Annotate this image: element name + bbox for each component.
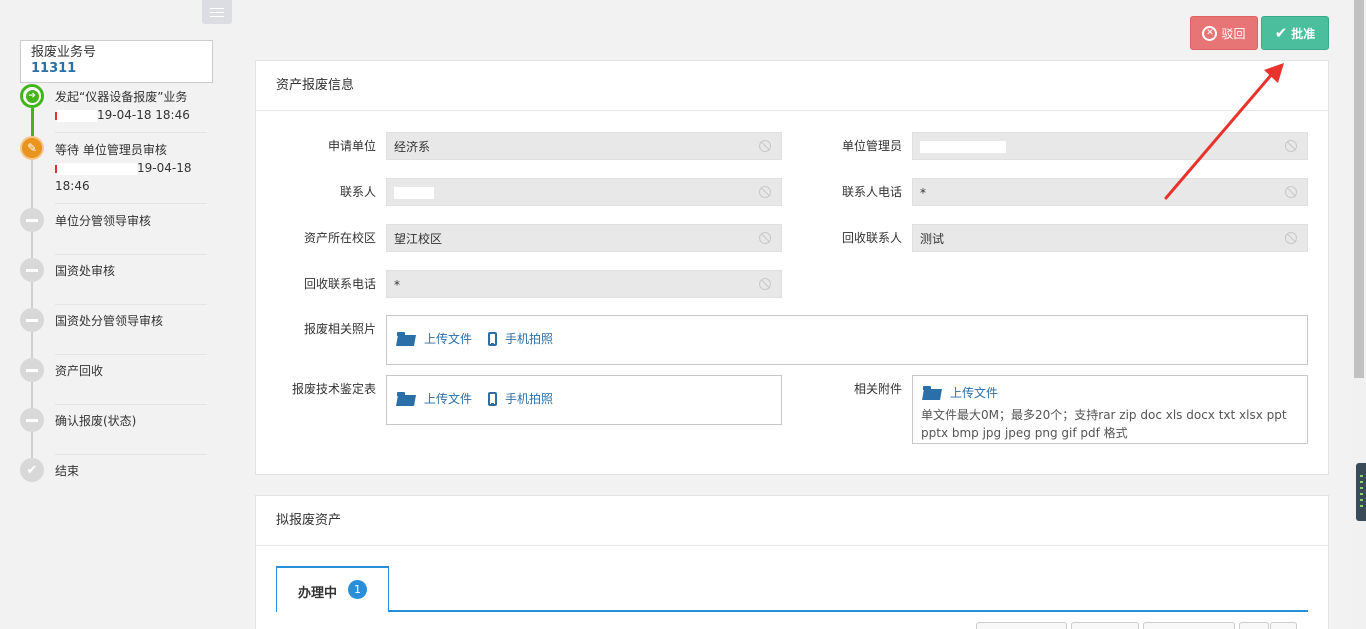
check-icon: ✔ — [20, 458, 44, 482]
close-circle-icon: ✕ — [1202, 25, 1218, 41]
reject-button[interactable]: ✕ 驳回 — [1190, 16, 1258, 50]
step-title: 确认报废(状态) — [55, 414, 137, 428]
recycle-contact-value: 测试 — [920, 232, 945, 246]
toolbar-button[interactable] — [976, 622, 1067, 629]
step-time: 19-04-18 18:46 — [97, 108, 190, 122]
edit-icon: ✎ — [20, 136, 44, 160]
workflow-sidebar: 报废业务号 11311 ➜ 发起“仪器设备报废”业务 19-04-18 18:4… — [0, 0, 240, 629]
approve-button[interactable]: ✔ 批准 — [1261, 16, 1329, 50]
apply-unit-field: 经济系 — [386, 132, 782, 160]
pending-icon — [20, 308, 44, 332]
workflow-step: 国资处审核 — [20, 258, 210, 305]
tab-in-progress[interactable]: 办理中 1 — [276, 566, 389, 612]
tab-count-badge: 1 — [348, 580, 367, 599]
toolbar-button[interactable] — [1143, 622, 1235, 629]
workflow-step: ➜ 发起“仪器设备报废”业务 19-04-18 18:46 — [20, 84, 210, 134]
toolbar-button[interactable] — [1270, 622, 1297, 629]
folder-open-icon — [923, 385, 941, 400]
tab-label: 办理中 — [298, 586, 338, 601]
contact-phone-label: 联系人电话 — [841, 185, 902, 199]
workflow-step: 国资处分管领导审核 — [20, 308, 210, 355]
phone-photo-link[interactable]: 手机拍照 — [505, 330, 553, 347]
tab-underline — [388, 610, 1308, 612]
step-title: 单位分管领导审核 — [55, 214, 152, 228]
approve-button-label: 批准 — [1291, 26, 1316, 41]
pending-icon — [20, 258, 44, 282]
step-title: 国资处分管领导审核 — [55, 314, 164, 328]
workflow-step: 单位分管领导审核 — [20, 208, 210, 255]
unit-admin-label: 单位管理员 — [841, 139, 902, 153]
upload-file-link[interactable]: 上传文件 — [424, 390, 472, 407]
contact-phone-value: * — [920, 186, 926, 200]
mobile-phone-icon — [488, 331, 498, 346]
mobile-phone-icon — [488, 391, 498, 406]
toolbar-button[interactable] — [1071, 622, 1139, 629]
vertical-scrollbar[interactable] — [1352, 0, 1366, 629]
check-icon: ✔ — [1274, 24, 1288, 42]
campus-value: 望江校区 — [394, 232, 443, 246]
step-title: 结束 — [55, 464, 80, 478]
pending-icon — [20, 208, 44, 232]
workflow-step: 确认报废(状态) — [20, 408, 210, 455]
disabled-icon — [759, 232, 771, 244]
step-title: 等待 单位管理员审核 — [55, 143, 167, 157]
annotation-arrow-icon — [1164, 63, 1284, 200]
recycle-phone-value: * — [394, 278, 400, 292]
workflow-step: ✔ 结束 — [20, 458, 210, 488]
recycle-contact-field: 测试 — [912, 224, 1308, 252]
campus-field: 望江校区 — [386, 224, 782, 252]
business-number-label: 报废业务号 — [31, 45, 97, 60]
recycle-phone-label: 回收联系电话 — [303, 277, 376, 291]
panel-title: 拟报废资产 — [256, 496, 1328, 546]
workflow-step: 资产回收 — [20, 358, 210, 405]
apply-unit-label: 申请单位 — [327, 139, 376, 153]
business-number-box: 报废业务号 11311 — [20, 40, 213, 83]
tech-report-upload-box: 上传文件 手机拍照 — [386, 375, 782, 425]
reject-button-label: 驳回 — [1221, 26, 1246, 41]
step-time: 18:46 — [55, 179, 90, 193]
scrollbar-thumb[interactable] — [1354, 0, 1364, 378]
folder-open-icon — [397, 331, 415, 346]
pending-icon — [20, 358, 44, 382]
disabled-icon — [759, 140, 771, 152]
photos-label: 报废相关照片 — [303, 322, 376, 336]
attachments-upload-box: 上传文件 单文件最大0M；最多20个；支持rar zip doc xls doc… — [912, 375, 1308, 444]
folder-open-icon — [397, 391, 415, 406]
step-date: 19-04-18 — [137, 161, 192, 175]
recycle-contact-label: 回收联系人 — [841, 231, 902, 245]
tech-report-label: 报废技术鉴定表 — [291, 382, 376, 396]
recycle-phone-field: * — [386, 270, 782, 298]
business-number-value: 11311 — [31, 61, 77, 76]
attachment-hint: 单文件最大0M；最多20个；支持rar zip doc xls docx txt… — [921, 408, 1287, 440]
upload-file-link[interactable]: 上传文件 — [950, 384, 998, 401]
assets-panel: 拟报废资产 — [255, 495, 1329, 629]
toolbar-button[interactable] — [1239, 622, 1269, 629]
side-widget-icon[interactable] — [1356, 463, 1366, 521]
photos-upload-box: 上传文件 手机拍照 — [386, 315, 1308, 365]
menu-toggle-icon[interactable] — [202, 0, 232, 24]
pending-icon — [20, 408, 44, 432]
campus-label: 资产所在校区 — [303, 231, 376, 245]
disabled-icon — [759, 278, 771, 290]
workflow-step-current: ✎ 等待 单位管理员审核 19-04-18 18:46 — [20, 136, 210, 204]
phone-photo-link[interactable]: 手机拍照 — [505, 390, 553, 407]
disabled-icon — [759, 186, 771, 198]
attachments-label: 相关附件 — [853, 382, 902, 396]
apply-unit-value: 经济系 — [394, 140, 431, 154]
disabled-icon — [1285, 232, 1297, 244]
step-done-icon: ➜ — [20, 84, 44, 108]
contact-label: 联系人 — [339, 185, 376, 199]
step-title: 发起“仪器设备报废”业务 — [55, 90, 188, 104]
step-title: 资产回收 — [55, 364, 104, 378]
contact-field — [386, 178, 782, 206]
upload-file-link[interactable]: 上传文件 — [424, 330, 472, 347]
step-title: 国资处审核 — [55, 264, 116, 278]
